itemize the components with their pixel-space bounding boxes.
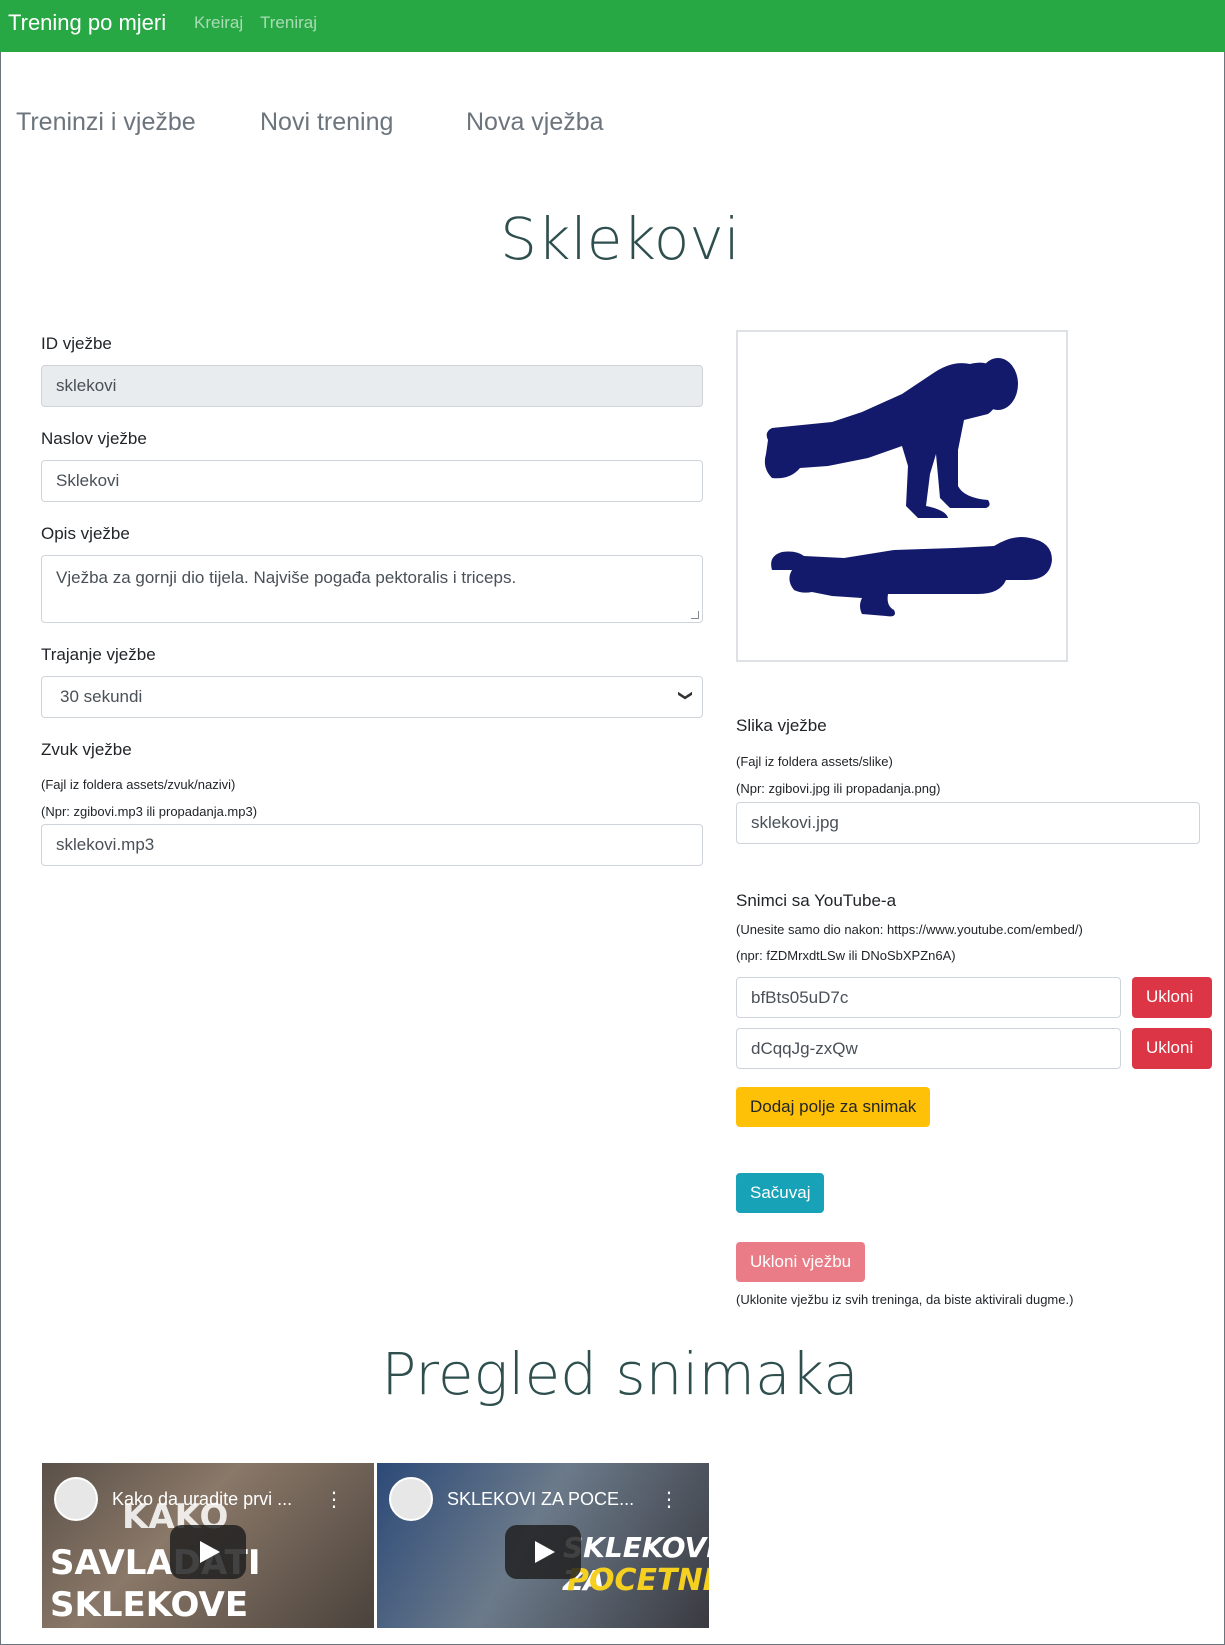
video-embed-1[interactable]: KAKO SAVLADATI SKLEKOVE Kako da uradite … [42, 1463, 374, 1628]
video-title[interactable]: Kako da uradite prvi ... [112, 1489, 292, 1510]
delete-hint: (Uklonite vježbu iz svih treninga, da bi… [736, 1292, 1074, 1307]
youtube-hint-2: (npr: fZDMrxdtLSw ili DNoSbXPZn6A) [736, 948, 956, 963]
opis-text: Vježba za gornji dio tijela. Najviše pog… [56, 568, 517, 587]
save-button[interactable]: Sačuvaj [736, 1173, 825, 1213]
tab-novi-trening[interactable]: Novi trening [260, 108, 393, 137]
opis-label: Opis vježbe [41, 524, 130, 543]
youtube-hint-1: (Unesite samo dio nakon: https://www.you… [736, 922, 1083, 937]
opis-textarea[interactable]: Vježba za gornji dio tijela. Najviše pog… [41, 555, 703, 623]
trajanje-label: Trajanje vježbe [41, 645, 156, 664]
nav-link-treniraj[interactable]: Treniraj [260, 13, 317, 33]
video-title[interactable]: SKLEKOVI ZA POCE... [447, 1489, 634, 1510]
zvuk-hint-2: (Npr: zgibovi.mp3 ili propadanja.mp3) [41, 804, 258, 819]
naslov-input[interactable]: Sklekovi [41, 460, 703, 502]
navbar-brand[interactable]: Trening po mjeri [8, 10, 166, 36]
play-button-icon[interactable] [505, 1525, 581, 1579]
video-embed-2[interactable]: SKLEKOVI ZA POCETNIKE SKLEKOVI ZA POCE..… [377, 1463, 709, 1628]
trajanje-selected-value: 30 sekundi [60, 687, 143, 706]
slika-label: Slika vježbe [736, 716, 827, 735]
id-input: sklekovi [41, 365, 703, 407]
thumbnail-text-3: SKLEKOVE [50, 1585, 249, 1625]
page-title: Sklekovi [500, 205, 740, 273]
slika-hint-2: (Npr: zgibovi.jpg ili propadanja.png) [736, 781, 941, 796]
more-options-icon[interactable]: ⋮ [324, 1487, 344, 1512]
id-label: ID vježbe [41, 334, 112, 353]
navbar: Trening po mjeri Kreiraj Treniraj [0, 0, 1225, 52]
thumbnail-text-2: POCETNIKE [567, 1563, 709, 1598]
nav-link-kreiraj[interactable]: Kreiraj [194, 13, 243, 33]
youtube-input-2[interactable]: dCqqJg-zxQw [736, 1028, 1121, 1069]
resize-handle-icon[interactable] [691, 611, 699, 619]
youtube-label: Snimci sa YouTube-a [736, 891, 897, 910]
channel-avatar[interactable] [54, 1477, 98, 1521]
trajanje-select[interactable]: 30 sekundi ❯ [41, 676, 703, 718]
videos-title: Pregled snimaka [381, 1340, 859, 1408]
zvuk-input[interactable]: sklekovi.mp3 [41, 824, 703, 866]
channel-avatar[interactable] [389, 1477, 433, 1521]
tab-nova-vjezba[interactable]: Nova vježba [466, 108, 604, 137]
slika-input[interactable]: sklekovi.jpg [736, 802, 1200, 844]
remove-video-button-2[interactable]: Ukloni [1132, 1028, 1212, 1069]
tab-treninzi-i-vjezbe[interactable]: Treninzi i vježbe [16, 108, 196, 137]
remove-video-button-1[interactable]: Ukloni [1132, 977, 1212, 1018]
slika-hint-1: (Fajl iz foldera assets/slike) [736, 754, 893, 769]
add-video-field-button[interactable]: Dodaj polje za snimak [736, 1087, 931, 1127]
zvuk-label: Zvuk vježbe [41, 740, 132, 759]
chevron-down-icon: ❯ [678, 689, 695, 702]
naslov-label: Naslov vježbe [41, 429, 147, 448]
more-options-icon[interactable]: ⋮ [659, 1487, 679, 1512]
exercise-image [736, 330, 1068, 662]
delete-exercise-button: Ukloni vježbu [736, 1242, 866, 1282]
play-button-icon[interactable] [170, 1525, 246, 1579]
zvuk-hint-1: (Fajl iz foldera assets/zvuk/nazivi) [41, 777, 236, 792]
youtube-input-1[interactable]: bfBts05uD7c [736, 977, 1121, 1018]
pushup-silhouette-icon [764, 358, 1052, 617]
